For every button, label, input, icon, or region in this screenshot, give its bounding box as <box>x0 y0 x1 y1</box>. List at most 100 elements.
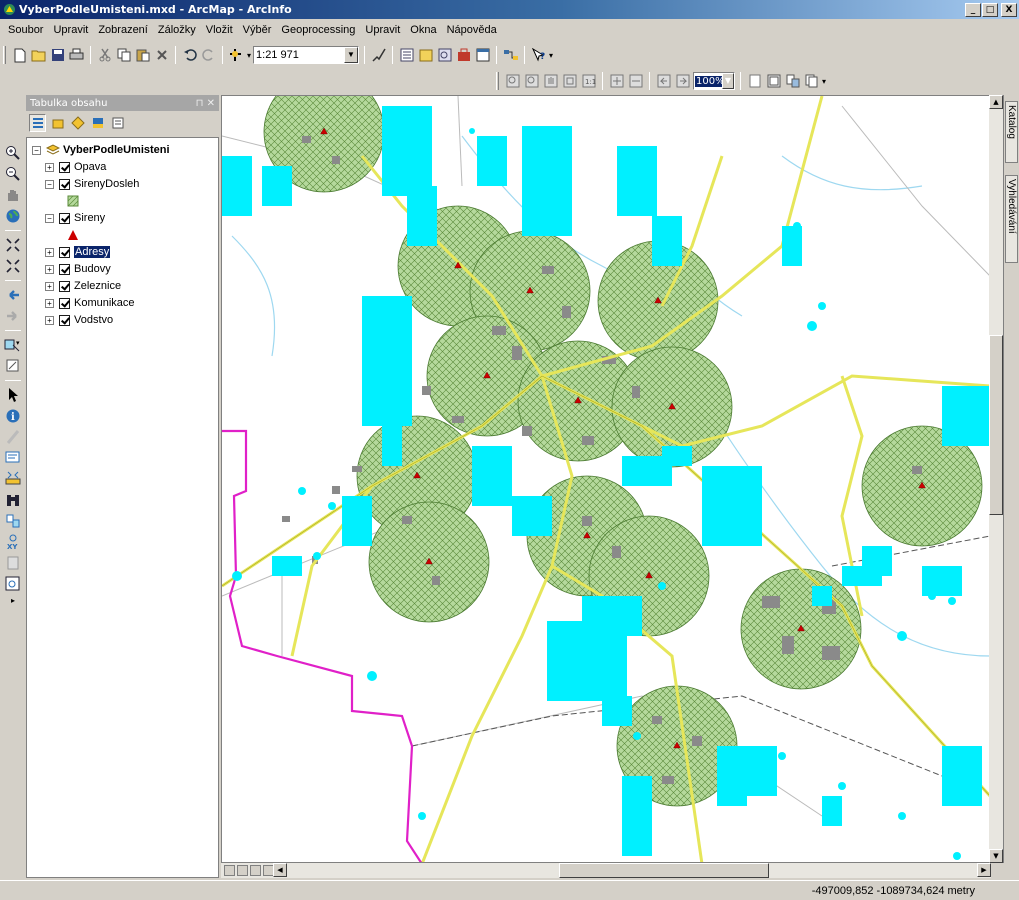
list-by-drawing-order-icon[interactable] <box>29 114 46 132</box>
cut-icon[interactable] <box>96 47 113 64</box>
paste-icon[interactable] <box>134 47 151 64</box>
search-dock-tab[interactable]: Vyhledávání <box>1005 175 1018 263</box>
map-display[interactable] <box>221 95 1004 863</box>
toolbar-grip[interactable] <box>3 46 6 64</box>
expand-icon[interactable]: + <box>45 247 54 257</box>
add-data-icon[interactable] <box>228 47 245 64</box>
zoom-whole-page-icon[interactable] <box>561 73 578 90</box>
menu-zalozky[interactable]: Záložky <box>153 24 201 36</box>
layout-zoom-out-icon[interactable] <box>523 73 540 90</box>
menu-vyber[interactable]: Výběr <box>238 24 277 36</box>
menu-upravit[interactable]: Upravit <box>48 24 93 36</box>
expand-icon[interactable]: + <box>45 298 54 308</box>
full-extent-globe-icon[interactable] <box>4 207 22 225</box>
identify-icon[interactable]: i <box>4 407 22 425</box>
go-back-extent-icon[interactable] <box>655 73 672 90</box>
toolbar-grip[interactable] <box>496 72 499 90</box>
modelbuilder-icon[interactable] <box>502 47 519 64</box>
fixed-zoom-in-icon[interactable] <box>608 73 625 90</box>
layer-visibility-checkbox[interactable] <box>59 263 70 275</box>
focus-data-frame-icon[interactable] <box>765 73 782 90</box>
map-vertical-scrollbar[interactable]: ▲ ▼ <box>989 95 1003 863</box>
fixed-zoom-out-icon[interactable] <box>627 73 644 90</box>
layer-visibility-checkbox[interactable] <box>59 297 70 309</box>
pan-hand-icon[interactable] <box>4 186 22 204</box>
go-to-xy-icon[interactable]: XY <box>4 533 22 551</box>
back-arrow-icon[interactable] <box>4 286 22 304</box>
toc-layer-sireny[interactable]: − Sireny <box>45 210 105 226</box>
sireny-legend-swatch[interactable] <box>67 227 79 243</box>
toolbar-options-icon[interactable]: ▾ <box>822 77 826 86</box>
save-icon[interactable] <box>49 47 66 64</box>
scroll-down-arrow-icon[interactable]: ▼ <box>989 849 1003 863</box>
go-forward-extent-icon[interactable] <box>674 73 691 90</box>
collapse-icon[interactable]: − <box>45 213 54 223</box>
python-window-icon[interactable] <box>474 47 491 64</box>
toc-layer-sirenydosleh[interactable]: − SirenyDosleh <box>45 176 139 192</box>
menu-geoprocessing[interactable]: Geoprocessing <box>276 24 360 36</box>
toc-window-controls[interactable]: ⊓ ✕ <box>196 98 215 109</box>
whats-this-help-icon[interactable]: ? <box>530 47 547 64</box>
catalog-icon[interactable] <box>417 47 434 64</box>
arctoolbox-icon[interactable] <box>455 47 472 64</box>
html-popup-icon[interactable] <box>4 449 22 467</box>
menu-vlozit[interactable]: Vložit <box>201 24 238 36</box>
redo-icon[interactable] <box>200 47 217 64</box>
delete-icon[interactable] <box>153 47 170 64</box>
menu-soubor[interactable]: Soubor <box>3 24 48 36</box>
find-binoculars-icon[interactable] <box>4 491 22 509</box>
minimize-button[interactable]: _ <box>965 2 981 17</box>
zoom-100-icon[interactable]: 1:1 <box>580 73 597 90</box>
hyperlink-icon[interactable] <box>4 428 22 446</box>
chevron-down-icon[interactable]: ▼ <box>344 47 359 63</box>
select-elements-arrow-icon[interactable] <box>4 386 22 404</box>
menu-okna[interactable]: Okna <box>405 24 441 36</box>
find-route-icon[interactable] <box>4 512 22 530</box>
table-of-contents-icon[interactable] <box>398 47 415 64</box>
toolbar-options-icon[interactable]: ▸ <box>11 596 15 605</box>
layout-view-icon[interactable] <box>237 865 248 876</box>
layer-visibility-checkbox[interactable] <box>59 280 70 292</box>
vertical-scroll-thumb[interactable] <box>989 335 1003 515</box>
refresh-view-icon[interactable] <box>250 865 261 876</box>
expand-icon[interactable]: + <box>45 315 54 325</box>
collapse-icon[interactable]: − <box>32 145 41 155</box>
copy-icon[interactable] <box>115 47 132 64</box>
list-by-visibility-icon[interactable] <box>69 114 86 132</box>
toc-layer-opava[interactable]: + Opava <box>45 159 106 175</box>
add-data-dropdown-icon[interactable]: ▾ <box>247 51 251 60</box>
catalog-dock-tab[interactable]: Katalog <box>1005 101 1018 163</box>
change-layout-icon[interactable] <box>784 73 801 90</box>
map-horizontal-scrollbar[interactable]: ◀ ▶ <box>221 863 991 878</box>
layout-zoom-in-icon[interactable] <box>504 73 521 90</box>
layer-visibility-checkbox[interactable] <box>59 246 70 258</box>
forward-arrow-icon[interactable] <box>4 307 22 325</box>
editor-toolbar-icon[interactable] <box>370 47 387 64</box>
scroll-up-arrow-icon[interactable]: ▲ <box>989 95 1003 109</box>
expand-icon[interactable]: + <box>45 281 54 291</box>
scroll-right-arrow-icon[interactable]: ▶ <box>977 863 991 877</box>
toc-root-row[interactable]: − VyberPodleUmisteni <box>32 142 170 158</box>
fixed-zoom-out-icon[interactable] <box>4 257 22 275</box>
data-driven-pages-icon[interactable] <box>803 73 820 90</box>
expand-icon[interactable]: + <box>45 264 54 274</box>
menu-napoveda[interactable]: Nápověda <box>442 24 502 36</box>
layer-visibility-checkbox[interactable] <box>59 314 70 326</box>
menu-zobrazeni[interactable]: Zobrazení <box>93 24 153 36</box>
layout-pan-icon[interactable] <box>542 73 559 90</box>
list-by-source-icon[interactable] <box>49 114 66 132</box>
layer-visibility-checkbox[interactable] <box>59 178 70 190</box>
select-features-icon[interactable]: ▾ <box>4 336 22 354</box>
zoom-out-icon[interactable] <box>4 165 22 183</box>
toc-layer-budovy[interactable]: + Budovy <box>45 261 111 277</box>
zoom-in-icon[interactable] <box>4 144 22 162</box>
new-document-icon[interactable] <box>11 47 28 64</box>
time-slider-icon[interactable] <box>4 554 22 572</box>
chevron-down-icon[interactable]: ▼ <box>722 73 734 89</box>
layout-zoom-combo[interactable]: 100% ▼ <box>693 72 735 90</box>
print-icon[interactable] <box>68 47 85 64</box>
list-by-selection-icon[interactable] <box>89 114 106 132</box>
undo-icon[interactable] <box>181 47 198 64</box>
menu-upravit-2[interactable]: Upravit <box>360 24 405 36</box>
sirenydosleh-legend-swatch[interactable] <box>67 193 79 209</box>
